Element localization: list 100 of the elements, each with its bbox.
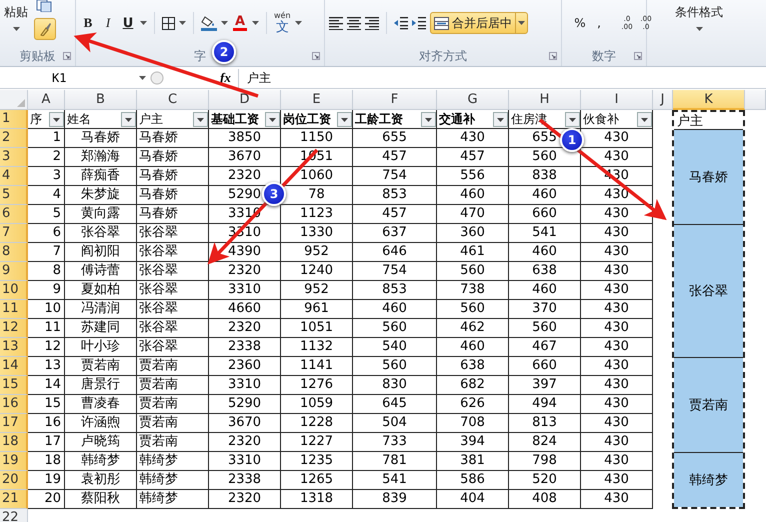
column-header[interactable]: J (653, 90, 673, 110)
row-header[interactable]: 1 (0, 110, 28, 129)
increase-indent-icon[interactable] (412, 16, 426, 30)
merge-cells-icon[interactable] (434, 16, 449, 30)
row-header[interactable]: 2 (0, 129, 28, 148)
brush-icon[interactable] (38, 22, 52, 36)
copy-icon[interactable] (36, 0, 54, 12)
row-header[interactable]: 21 (0, 490, 28, 509)
conditional-format-button[interactable]: 条件格式 (675, 0, 723, 21)
row-header[interactable]: 4 (0, 167, 28, 186)
filter-dropdown-icon[interactable] (421, 112, 436, 126)
align-left-icon[interactable] (329, 16, 343, 30)
dialog-launcher-icon[interactable] (63, 52, 71, 60)
filter-dropdown-icon[interactable] (49, 112, 64, 126)
table-cell: 曹凌春 (81, 395, 120, 413)
table-cell: 781 (382, 452, 407, 470)
row-header[interactable]: 12 (0, 319, 28, 338)
decrease-indent-icon[interactable] (394, 16, 408, 30)
row-header[interactable]: 15 (0, 376, 28, 395)
table-cell: 1276 (300, 376, 334, 394)
row-header[interactable]: 9 (0, 262, 28, 281)
table-cell: 12 (44, 338, 61, 356)
filter-dropdown-icon[interactable] (565, 112, 580, 126)
caret-icon[interactable] (221, 21, 228, 25)
column-header[interactable]: F (353, 90, 437, 110)
dialog-launcher-icon[interactable] (634, 52, 642, 60)
fill-bucket-icon[interactable] (201, 15, 217, 31)
caret-icon[interactable] (140, 21, 147, 25)
row-header[interactable]: 11 (0, 300, 28, 319)
row-header[interactable]: 6 (0, 205, 28, 224)
column-header[interactable]: A (28, 90, 65, 110)
table-cell: 655 (382, 129, 407, 147)
bold-button[interactable]: B (80, 12, 96, 34)
table-cell: 8 (52, 262, 61, 280)
row-header[interactable]: 14 (0, 357, 28, 376)
font-color-button[interactable]: A (232, 12, 248, 34)
table-cell: 18 (44, 452, 61, 470)
align-center-icon[interactable] (347, 16, 361, 30)
table-cell: 朱梦旋 (81, 186, 120, 204)
borders-icon[interactable] (162, 16, 175, 30)
row-header[interactable]: 22 (0, 509, 28, 522)
comma-button[interactable]: , (591, 12, 607, 34)
percent-button[interactable]: % (572, 12, 588, 34)
row-header[interactable]: 19 (0, 452, 28, 471)
row-header[interactable]: 20 (0, 471, 28, 490)
column-header[interactable]: E (281, 90, 353, 110)
column-header[interactable]: D (209, 90, 281, 110)
table-cell: 541 (382, 471, 407, 489)
merge-center-button[interactable]: 合并后居中 (430, 12, 528, 34)
table-cell: 430 (604, 148, 629, 166)
table-cell: 1227 (300, 433, 334, 451)
caret-icon[interactable] (139, 76, 146, 80)
dialog-launcher-icon[interactable] (549, 52, 557, 60)
table-cell: 张谷翠 (139, 224, 178, 242)
phonetic-button[interactable]: wén 文 (274, 10, 291, 36)
filter-dropdown-icon[interactable] (337, 112, 352, 126)
caret-icon[interactable] (179, 21, 186, 25)
merged-cell: 韩绮梦 (674, 452, 743, 507)
column-header[interactable]: H (509, 90, 581, 110)
row-header[interactable]: 16 (0, 395, 28, 414)
table-cell: 430 (604, 338, 629, 356)
row-header[interactable]: 7 (0, 224, 28, 243)
filter-dropdown-icon[interactable] (637, 112, 652, 126)
row-header[interactable]: 18 (0, 433, 28, 452)
table-cell: 430 (604, 300, 629, 318)
column-header[interactable]: K (673, 90, 745, 110)
column-header[interactable]: B (65, 90, 137, 110)
caret-icon[interactable] (12, 27, 20, 31)
filter-dropdown-icon[interactable] (193, 112, 208, 126)
table-cell: 370 (532, 300, 557, 318)
merged-cell: 贾若南 (674, 357, 743, 452)
column-header[interactable]: G (437, 90, 509, 110)
header-cell-text: 基础工资 (210, 111, 259, 128)
row-header[interactable]: 17 (0, 414, 28, 433)
column-header[interactable]: C (137, 90, 209, 110)
filter-dropdown-icon[interactable] (493, 112, 508, 126)
caret-icon[interactable] (696, 27, 702, 31)
table-cell: 3670 (228, 148, 262, 166)
resize-handle-icon[interactable] (150, 71, 164, 85)
row-header[interactable]: 5 (0, 186, 28, 205)
caret-icon[interactable] (294, 21, 302, 25)
column-header[interactable]: I (581, 90, 653, 110)
row-header[interactable]: 8 (0, 243, 28, 262)
filter-dropdown-icon[interactable] (121, 112, 136, 126)
underline-button[interactable]: U (120, 12, 136, 34)
align-right-icon[interactable] (365, 16, 379, 30)
format-painter-button[interactable] (34, 18, 56, 40)
italic-button[interactable]: I (100, 12, 116, 34)
caret-icon[interactable] (518, 21, 525, 25)
row-header[interactable]: 3 (0, 148, 28, 167)
dialog-launcher-icon[interactable] (312, 52, 320, 60)
table-cell: 10 (44, 300, 61, 318)
paste-button[interactable]: 粘贴 (4, 0, 28, 21)
formula-field[interactable]: 户主 (238, 68, 766, 88)
row-header[interactable]: 13 (0, 338, 28, 357)
table-cell: 2338 (228, 471, 262, 489)
caret-icon[interactable] (252, 21, 259, 25)
filter-dropdown-icon[interactable] (265, 112, 280, 126)
row-header[interactable]: 10 (0, 281, 28, 300)
name-box[interactable]: K1 (0, 69, 150, 87)
